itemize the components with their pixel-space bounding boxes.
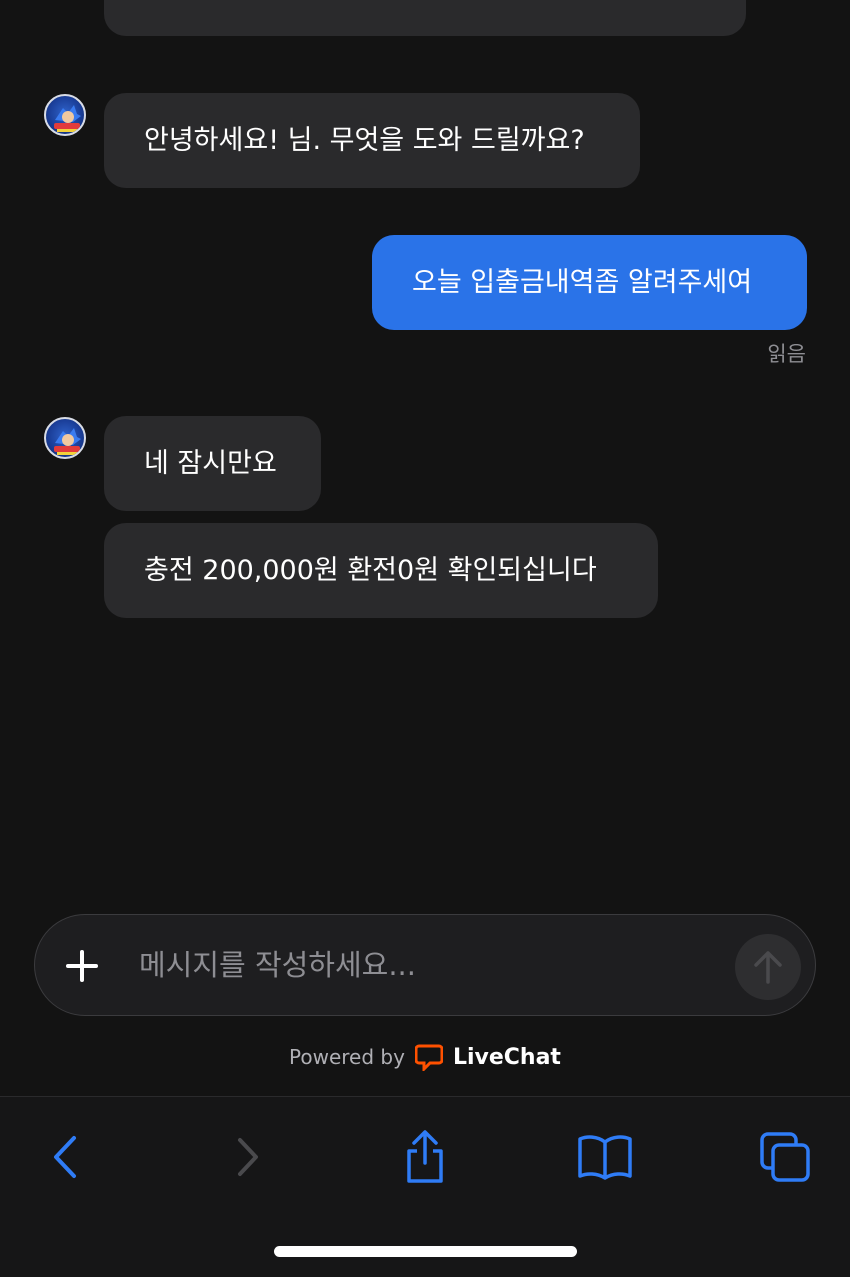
agent-avatar (44, 94, 86, 136)
forward-button[interactable] (228, 1127, 268, 1187)
powered-by-label: Powered by (289, 1045, 405, 1069)
agent-message: 안녕하세요! 님. 무엇을 도와 드릴까요? (104, 93, 640, 188)
add-attachment-button[interactable] (65, 949, 99, 983)
back-icon (54, 1136, 76, 1178)
read-receipt: 읽음 (767, 342, 806, 366)
home-indicator (274, 1246, 577, 1257)
user-message: 오늘 입출금내역좀 알려주세여 (372, 235, 807, 330)
sonic-avatar-icon (54, 428, 81, 455)
bookmarks-icon (578, 1135, 632, 1180)
livechat-brand: LiveChat (452, 1044, 561, 1070)
message-composer (34, 914, 816, 1016)
agent-message: 네 잠시만요 (104, 416, 321, 511)
powered-by-livechat[interactable]: Powered by LiveChat (0, 1040, 850, 1074)
share-icon (407, 1130, 443, 1183)
message-bubble-partial (104, 0, 746, 36)
agent-avatar (44, 417, 86, 459)
bookmarks-button[interactable] (576, 1127, 634, 1187)
plus-icon (66, 950, 98, 982)
sonic-avatar-icon (54, 105, 81, 132)
forward-icon (238, 1138, 258, 1176)
livechat-logo-icon (414, 1044, 443, 1071)
back-button[interactable] (44, 1127, 84, 1187)
arrow-up-icon (754, 951, 782, 984)
agent-message: 충전 200,000원 환전0원 확인되십니다 (104, 523, 658, 618)
share-button[interactable] (400, 1127, 450, 1187)
tabs-icon (760, 1132, 810, 1182)
tabs-button[interactable] (758, 1127, 812, 1187)
message-input[interactable] (139, 943, 699, 987)
send-button[interactable] (735, 934, 801, 1000)
